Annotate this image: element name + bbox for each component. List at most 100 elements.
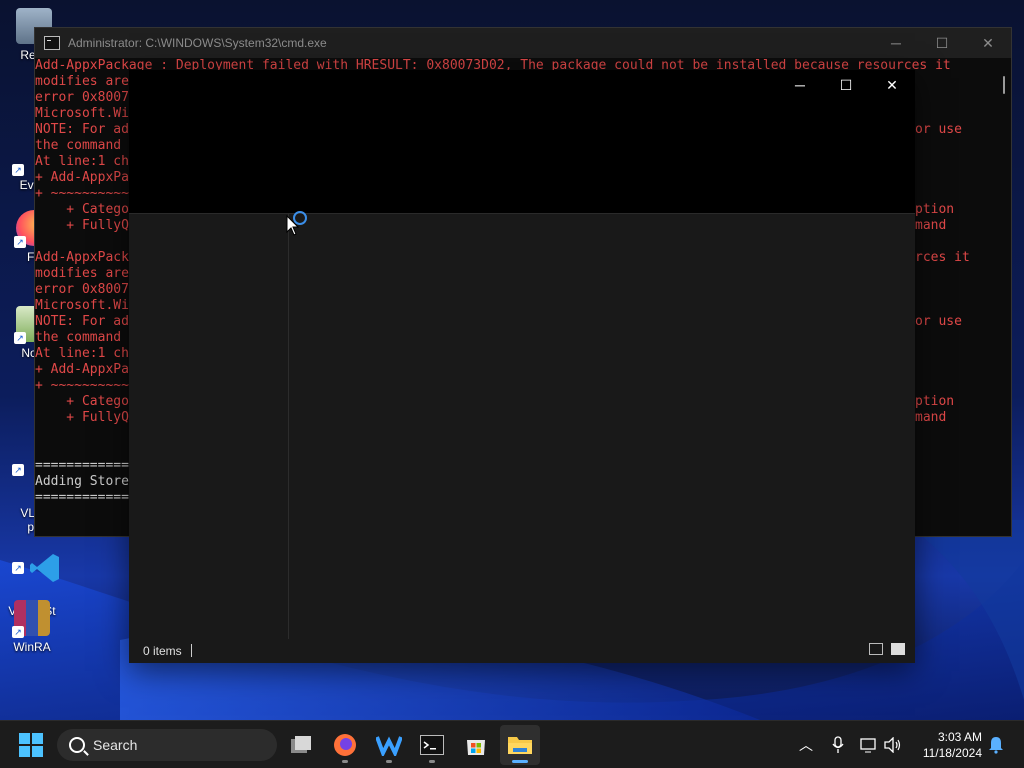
microphone-button[interactable] bbox=[828, 735, 848, 755]
shortcut-arrow-icon: ↗ bbox=[14, 332, 26, 344]
speaker-icon bbox=[884, 737, 901, 753]
network-icon bbox=[860, 738, 876, 753]
console-line-text: Add-AppxPack bbox=[35, 250, 129, 265]
taskbar-search-box[interactable]: Search bbox=[57, 729, 277, 761]
console-line-text: + FullyQ bbox=[35, 218, 129, 233]
cmd-window-title: Administrator: C:\WINDOWS\System32\cmd.e… bbox=[68, 36, 327, 50]
microsoft-store-icon bbox=[467, 740, 485, 755]
console-line-tail: ption bbox=[915, 202, 955, 217]
running-indicator bbox=[512, 760, 528, 763]
file-stack-icon bbox=[291, 736, 311, 753]
console-line-text: Microsoft.Wi bbox=[35, 106, 129, 121]
console-line-text: error 0x8007 bbox=[35, 282, 129, 297]
console-line-text: modifies are bbox=[35, 74, 129, 89]
console-line-tail: mand bbox=[915, 218, 947, 233]
running-indicator bbox=[429, 760, 435, 763]
item-count: 0 items bbox=[143, 644, 182, 658]
cmd-scrollbar-thumb[interactable] bbox=[1003, 76, 1005, 94]
cmd-app-icon bbox=[44, 36, 60, 50]
console-line-text: NOTE: For ad bbox=[35, 122, 129, 137]
console-line-text: Microsoft.Wi bbox=[35, 298, 129, 313]
bell-icon bbox=[989, 737, 1003, 754]
console-line-text: error 0x8007 bbox=[35, 90, 129, 105]
firefox-icon bbox=[334, 734, 356, 756]
close-icon: ✕ bbox=[982, 34, 994, 51]
start-button[interactable] bbox=[19, 733, 43, 757]
maximize-icon: ☐ bbox=[839, 76, 853, 93]
desktop-icon-label: WinRA bbox=[13, 640, 51, 654]
console-line-text: the command bbox=[35, 138, 129, 153]
minimize-button[interactable]: ─ bbox=[777, 70, 823, 100]
network-button[interactable] bbox=[859, 735, 879, 755]
shortcut-arrow-icon: ↗ bbox=[14, 236, 26, 248]
console-line-text: At line:1 ch bbox=[35, 154, 129, 169]
app-w-icon bbox=[376, 736, 402, 756]
console-line-text: the command bbox=[35, 330, 129, 345]
busy-spinner-icon bbox=[293, 211, 307, 225]
console-line-tail: mand bbox=[915, 410, 947, 425]
search-label: Search bbox=[93, 737, 138, 753]
winrar-icon: ↗ bbox=[12, 600, 50, 638]
windows-logo-icon bbox=[19, 733, 43, 757]
console-line-text: ============ bbox=[35, 458, 129, 473]
status-divider bbox=[191, 644, 192, 657]
console-line-text: + Add-AppxPa bbox=[35, 362, 129, 377]
clock-date: 11/18/2024 bbox=[922, 746, 982, 760]
microphone-icon bbox=[832, 736, 844, 753]
terminal-icon bbox=[420, 735, 444, 755]
console-line-tail: or use bbox=[915, 314, 962, 329]
running-indicator bbox=[342, 760, 348, 763]
taskbar: Search ︿ 3:03 AM 11/18/2024 bbox=[0, 720, 1024, 768]
clock-time: 3:03 AM bbox=[937, 730, 982, 744]
console-line-text: + ~~~~~~~~~~ bbox=[35, 378, 129, 393]
maximize-button[interactable]: ☐ bbox=[919, 28, 965, 58]
close-icon: ✕ bbox=[886, 76, 898, 93]
navigation-pane[interactable] bbox=[129, 214, 289, 639]
close-button[interactable]: ✕ bbox=[965, 28, 1011, 58]
minimize-icon: ─ bbox=[891, 35, 901, 51]
minimize-button[interactable]: ─ bbox=[873, 28, 919, 58]
running-indicator bbox=[386, 760, 392, 763]
vscode-icon: ↗ bbox=[12, 536, 60, 582]
console-line-tail: ption bbox=[915, 394, 955, 409]
console-line-text: ============ bbox=[35, 490, 129, 505]
shortcut-arrow-icon: ↗ bbox=[12, 562, 24, 574]
details-view-icon[interactable] bbox=[869, 643, 883, 655]
taskbar-app-firefox[interactable] bbox=[325, 725, 365, 765]
folder-icon bbox=[508, 737, 532, 754]
cmd-titlebar[interactable]: Administrator: C:\WINDOWS\System32\cmd.e… bbox=[35, 28, 1011, 58]
tiles-view-icon[interactable] bbox=[891, 643, 905, 655]
search-icon bbox=[69, 737, 85, 753]
taskbar-app-file-explorer[interactable] bbox=[500, 725, 540, 765]
console-line-tail: rces it bbox=[915, 250, 970, 265]
minimize-icon: ─ bbox=[795, 77, 805, 93]
taskbar-app-file-stack[interactable] bbox=[281, 725, 321, 765]
shortcut-arrow-icon: ↗ bbox=[12, 626, 24, 638]
chevron-up-icon: ︿ bbox=[799, 737, 813, 753]
notifications-button[interactable] bbox=[986, 735, 1006, 755]
console-line-tail: or use bbox=[915, 122, 962, 137]
taskbar-app-w[interactable] bbox=[369, 725, 409, 765]
taskbar-app-microsoft-store[interactable] bbox=[456, 725, 496, 765]
taskbar-clock[interactable]: 3:03 AM 11/18/2024 bbox=[912, 729, 982, 761]
maximize-button[interactable]: ☐ bbox=[823, 70, 869, 100]
console-line-text: + ~~~~~~~~~~ bbox=[35, 186, 129, 201]
close-button[interactable]: ✕ bbox=[869, 70, 915, 100]
console-line-text: Adding Store bbox=[35, 474, 129, 489]
console-line-text: + Catego bbox=[35, 202, 129, 217]
taskbar-app-terminal[interactable] bbox=[412, 725, 452, 765]
shortcut-arrow-icon: ↗ bbox=[12, 164, 24, 176]
console-line-text: + Add-AppxPa bbox=[35, 170, 129, 185]
status-bar: 0 items bbox=[129, 639, 915, 663]
console-line-text: + Catego bbox=[35, 394, 129, 409]
console-line-text: modifies are bbox=[35, 266, 129, 281]
console-line-text: At line:1 ch bbox=[35, 346, 129, 361]
explorer-header-area: ─ ☐ ✕ bbox=[129, 70, 915, 213]
volume-button[interactable] bbox=[883, 735, 903, 755]
shortcut-arrow-icon: ↗ bbox=[12, 464, 24, 476]
desktop-icon-winrar[interactable]: ↗ WinRA bbox=[0, 600, 64, 654]
show-hidden-icons-button[interactable]: ︿ bbox=[796, 735, 816, 755]
maximize-icon: ☐ bbox=[935, 34, 949, 51]
file-explorer-window[interactable]: ─ ☐ ✕ 0 items bbox=[129, 70, 915, 663]
console-line-text: NOTE: For ad bbox=[35, 314, 129, 329]
